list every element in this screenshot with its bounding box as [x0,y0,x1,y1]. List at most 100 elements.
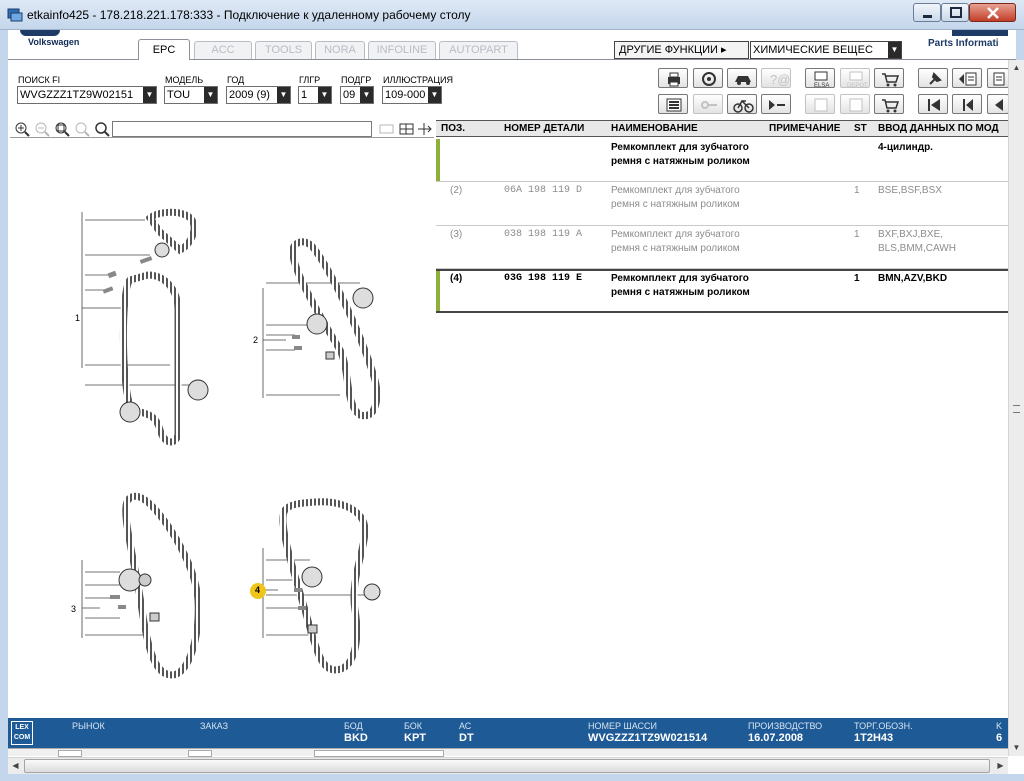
other-functions-button[interactable]: ДРУГИЕ ФУНКЦИИ ▸ [614,41,749,59]
chevron-down-icon[interactable]: ▼ [204,87,217,103]
bod-label: БОД [344,721,363,731]
callout-1[interactable]: 1 [75,313,80,323]
col-note[interactable]: ПРИМЕЧАНИЕ [769,123,840,134]
belt-kit-3[interactable] [81,492,202,679]
part-name-line1: Ремкомплект для зубчатого [611,229,740,240]
year-select[interactable]: 2009 (9) ▼ [226,86,291,104]
trade-label: ТОРГ.ОБОЗН. [854,721,913,731]
scroll-thumb[interactable] [24,759,990,773]
service-button[interactable] [693,68,723,88]
chemicals-value: ХИМИЧЕСКИЕ ВЕЩЕС [753,44,873,56]
callout-2[interactable]: 2 [253,335,258,345]
chevron-down-icon[interactable]: ▼ [277,87,290,103]
scroll-grip[interactable] [1013,405,1020,413]
first-button[interactable] [918,94,948,114]
belt-kit-1[interactable] [81,208,209,446]
sub-group-select[interactable]: 09 ▼ [340,86,374,104]
depot-button[interactable]: DEPOT [840,68,870,89]
parts-illustration[interactable]: 1 2 3 4 [10,140,434,718]
part-position: (4) [450,273,463,284]
scroll-down-icon[interactable]: ▼ [1009,740,1024,756]
tab-autopart[interactable]: AUTOPART [439,41,518,59]
compare-button[interactable] [805,94,835,114]
extra-value: 6 [996,732,1003,744]
split-view-icon[interactable] [416,121,433,137]
pin-button[interactable] [918,68,948,88]
col-part-number[interactable]: НОМЕР ДЕТАЛИ [504,123,584,134]
tab-tools[interactable]: TOOLS [255,41,312,59]
scroll-up-icon[interactable]: ▲ [1009,60,1024,76]
callout-4[interactable]: 4 [255,585,260,595]
table-row[interactable]: (2) 06A 198 119 D Ремкомплект для зубчат… [436,182,1016,226]
ac-label: АС [459,721,472,731]
help-button[interactable]: ?@ [761,68,791,88]
col-name[interactable]: НАИМЕНОВАНИЕ [611,123,698,134]
illustration-select[interactable]: 109-000 ▼ [382,86,442,104]
grid-view-icon[interactable] [398,121,415,137]
play-minus-button[interactable] [761,94,791,114]
col-st[interactable]: ST [854,123,867,134]
cart-button[interactable] [874,68,904,88]
elsa-button[interactable]: ELSA [805,68,835,89]
zoom-out-icon[interactable] [34,121,51,137]
skip-first-icon [928,99,940,111]
bottom-tab[interactable] [314,750,444,757]
etka-logo [952,30,1008,36]
search-icon[interactable] [94,121,111,137]
chevron-down-icon[interactable]: ▼ [888,42,901,58]
chevron-down-icon[interactable]: ▼ [428,87,441,103]
previous-button[interactable] [952,94,982,114]
back-button[interactable] [987,94,1009,114]
tab-acc[interactable]: ACC [194,41,252,59]
vertical-scrollbar[interactable]: ▲ ▼ [1008,60,1024,756]
part-name-line1: Ремкомплект для зубчатого [611,142,749,153]
close-button[interactable] [969,3,1016,22]
main-group-select[interactable]: 1 ▼ [298,86,332,104]
depot-icon: DEPOT [847,71,868,89]
chevron-down-icon[interactable]: ▼ [360,87,373,103]
chevron-down-icon[interactable]: ▼ [318,87,331,103]
vehicle-search-button[interactable] [727,68,757,88]
bottom-tab[interactable] [188,750,212,757]
callout-3[interactable]: 3 [71,604,76,614]
col-model-input[interactable]: ВВОД ДАННЫХ ПО МОД [878,123,999,134]
bike-button[interactable] [727,94,757,114]
key-button[interactable] [693,94,723,114]
belt-kit-2[interactable] [262,238,381,420]
minimize-button[interactable] [913,3,941,22]
illustration-search-input[interactable] [112,121,372,137]
model-select[interactable]: TOU ▼ [164,86,218,104]
transfer-button[interactable] [840,94,870,114]
scroll-right-icon[interactable]: ▶ [993,758,1008,774]
col-position[interactable]: ПОЗ. [441,123,465,134]
market-label: РЫНОК [72,721,105,731]
chemicals-dropdown[interactable]: ХИМИЧЕСКИЕ ВЕЩЕС ▼ [750,41,902,59]
fit-width-icon[interactable] [378,121,395,137]
tab-epc[interactable]: EPC [138,39,190,60]
list-view-button[interactable] [658,94,688,114]
document-button[interactable] [987,68,1009,88]
search-fi-value: WVGZZZ1TZ9W02151 [20,89,134,101]
tab-nora[interactable]: NORA [315,41,365,59]
search-fi-field[interactable]: WVGZZZ1TZ9W02151 ▼ [17,86,157,104]
scroll-left-icon[interactable]: ◀ [8,758,23,774]
chevron-down-icon[interactable]: ▼ [143,87,156,103]
svg-text:DEPOT: DEPOT [847,83,868,89]
maximize-button[interactable] [941,3,969,22]
extra-label: K [996,721,1003,731]
add-to-cart-button[interactable] [874,94,904,114]
belt-kit-4[interactable] [262,498,381,674]
bottom-tab[interactable] [58,750,82,757]
print-button[interactable] [658,68,688,88]
zoom-area-icon[interactable] [54,121,71,137]
table-row[interactable]: (3) 038 198 119 A Ремкомплект для зубчат… [436,226,1016,269]
timing-belt-diagram[interactable] [10,140,434,718]
zoom-reset-icon[interactable] [74,121,91,137]
tab-infoline[interactable]: INFOLINE [368,41,436,59]
back-list-button[interactable] [952,68,982,88]
table-row-selected[interactable]: (4) 03G 198 119 E Ремкомплект для зубчат… [436,269,1016,313]
table-row[interactable]: Ремкомплект для зубчатого ремня с натяжн… [436,139,1016,182]
zoom-in-icon[interactable] [14,121,31,137]
year-label: ГОД [227,75,245,85]
horizontal-scrollbar[interactable]: ◀ ▶ [8,757,1008,774]
